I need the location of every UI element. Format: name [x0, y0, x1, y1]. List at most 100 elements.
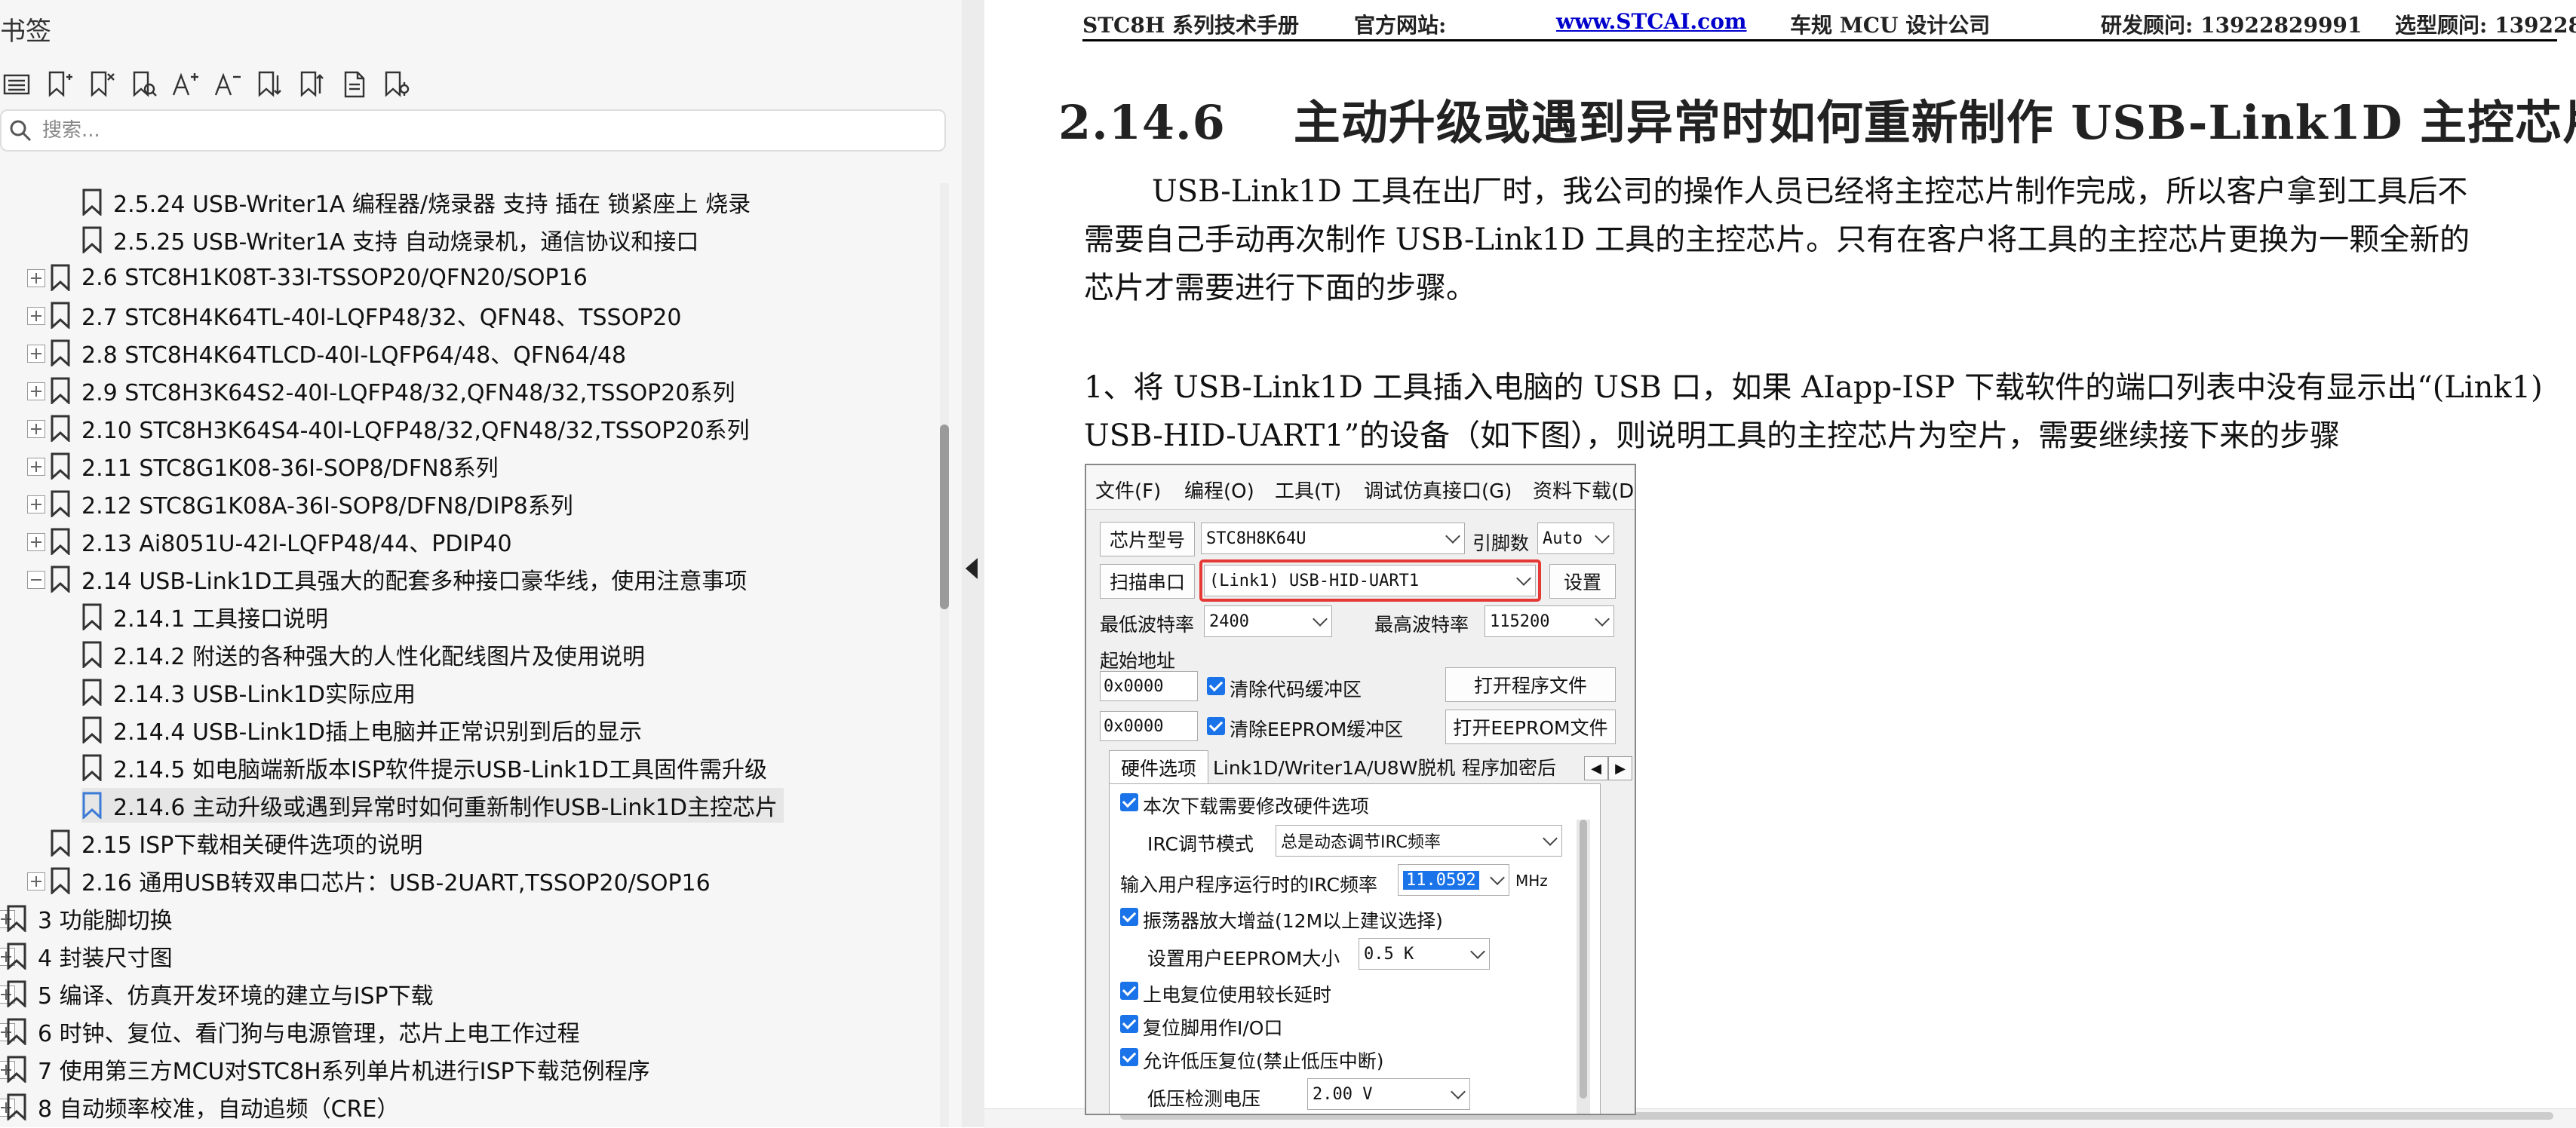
sidebar-item-content[interactable]: 2.14.6 主动升级或遇到异常时如何重新制作USB-Link1D主控芯片 [81, 788, 784, 823]
page-header: STC8H 系列技术手册 官方网站: www.STCAI.com 车规 MCU … [1082, 6, 2576, 41]
page-icon[interactable] [338, 68, 371, 101]
sidebar-item[interactable]: 2.16 通用USB转双串口芯片：USB-2UART,TSSOP20/SOP16 [0, 862, 935, 900]
sidebar-item[interactable]: 2.7 STC8H4K64TL-40I-LQFP48/32、QFN48、TSSO… [0, 296, 935, 334]
sidebar-item-content[interactable]: 2.8 STC8H4K64TLCD-40I-LQFP64/48、QFN64/48 [50, 336, 632, 370]
expand-icon[interactable] [27, 458, 45, 476]
sidebar-item-content[interactable]: 3 功能脚切换 [6, 901, 179, 936]
sidebar-item-content[interactable]: 8 自动频率校准，自动追频（CRE） [6, 1090, 405, 1124]
bookmark-icon [50, 415, 71, 443]
list-icon[interactable] [0, 68, 33, 101]
opt-reset-io-checkbox [1120, 1015, 1138, 1033]
opt-modify-hw-label: 本次下载需要修改硬件选项 [1143, 795, 1370, 817]
sidebar-item-content[interactable]: 2.14.2 附送的各种强大的人性化配线图片及使用说明 [81, 637, 651, 672]
sidebar-item[interactable]: 5 编译、仿真开发环境的建立与ISP下载 [0, 975, 935, 1013]
sidebar-item-content[interactable]: 7 使用第三方MCU对STC8H系列单片机进行ISP下载范例程序 [6, 1052, 656, 1087]
sidebar-item[interactable]: 2.5.25 USB-Writer1A 支持 自动烧录机，通信协议和接口 [0, 221, 935, 259]
lvd-value: 2.00 V [1313, 1084, 1373, 1104]
sidebar-item[interactable]: 2.14.6 主动升级或遇到异常时如何重新制作USB-Link1D主控芯片 [0, 786, 935, 824]
sidebar-item[interactable]: 2.6 STC8H1K08T-33I-TSSOP20/QFN20/SOP16 [0, 259, 935, 296]
expand-icon[interactable] [27, 269, 45, 287]
sidebar-scroll-thumb[interactable] [940, 425, 949, 609]
collapse-panel-icon[interactable] [966, 558, 978, 579]
sidebar-item-content[interactable]: 6 时钟、复位、看门狗与电源管理，芯片上电工作过程 [6, 1014, 586, 1049]
sidebar-item[interactable]: 2.14.5 如电脑端新版本ISP软件提示USB-Link1D工具固件需升级 [0, 749, 935, 786]
expand-icon[interactable] [27, 382, 45, 400]
sidebar-item-content[interactable]: 2.10 STC8H3K64S4-40I-LQFP48/32,QFN48/32,… [50, 411, 756, 446]
menu-file: 文件(F) [1095, 480, 1162, 503]
sidebar-item-content[interactable]: 5 编译、仿真开发环境的建立与ISP下载 [6, 976, 440, 1011]
highlight-box [1199, 559, 1541, 602]
start-addr-label: 起始地址 [1100, 650, 1176, 672]
clear-code-checkbox [1207, 677, 1225, 695]
expand-all-icon[interactable] [253, 68, 287, 101]
sidebar-item-content[interactable]: 2.5.24 USB-Writer1A 编程器/烧录器 支持 插在 锁紧座上 烧… [81, 185, 757, 219]
sidebar-item-content[interactable]: 2.11 STC8G1K08-36I-SOP8/DFN8系列 [50, 449, 505, 483]
search-input[interactable] [41, 118, 911, 143]
sidebar-item-content[interactable]: 2.5.25 USB-Writer1A 支持 自动烧录机，通信协议和接口 [81, 222, 705, 257]
sidebar-scrollbar[interactable] [940, 183, 949, 1127]
sidebar-item[interactable]: 2.14 USB-Link1D工具强大的配套多种接口豪华线，使用注意事项 [0, 560, 935, 598]
sidebar-item-content[interactable]: 4 封装尺寸图 [6, 939, 179, 973]
collapse-icon[interactable] [27, 571, 45, 589]
clear-eeprom-label: 清除EEPROM缓冲区 [1230, 719, 1404, 740]
sidebar-item[interactable]: 2.13 Ai8051U-42I-LQFP48/44、PDIP40 [0, 523, 935, 560]
bookmark-icon [50, 528, 71, 556]
expand-icon[interactable] [27, 345, 45, 363]
sidebar-item[interactable]: 6 时钟、复位、看门狗与电源管理，芯片上电工作过程 [0, 1013, 935, 1050]
sidebar-item-content[interactable]: 2.13 Ai8051U-42I-LQFP48/44、PDIP40 [50, 524, 518, 559]
sidebar-item[interactable]: 4 封装尺寸图 [0, 937, 935, 975]
sidebar-item[interactable]: 2.14.4 USB-Link1D插上电脑并正常识别到后的显示 [0, 711, 935, 749]
sidebar-item-content[interactable]: 2.9 STC8H3K64S2-40I-LQFP48/32,QFN48/32,T… [50, 373, 741, 408]
sidebar-item[interactable]: 2.12 STC8G1K08A-36I-SOP8/DFN8/DIP8系列 [0, 485, 935, 523]
sidebar-item-content[interactable]: 2.14 USB-Link1D工具强大的配套多种接口豪华线，使用注意事项 [50, 562, 753, 596]
sidebar-item-content[interactable]: 2.14.5 如电脑端新版本ISP软件提示USB-Link1D工具固件需升级 [81, 750, 773, 785]
header-company: 车规 MCU 设计公司 [1790, 13, 1991, 38]
sidebar-item-label: 2.14.4 USB-Link1D插上电脑并正常识别到后的显示 [113, 719, 642, 746]
clear-code-label: 清除代码缓冲区 [1230, 679, 1362, 700]
bookmark-icon [6, 905, 27, 933]
sidebar-item[interactable]: 3 功能脚切换 [0, 900, 935, 937]
bookmark-remove-icon[interactable] [84, 68, 118, 101]
header-website-link[interactable]: www.STCAI.com [1556, 9, 1747, 34]
sidebar-item-content[interactable]: 2.16 通用USB转双串口芯片：USB-2UART,TSSOP20/SOP16 [50, 863, 717, 898]
sidebar-item[interactable]: 2.14.3 USB-Link1D实际应用 [0, 673, 935, 711]
sidebar-item[interactable]: 2.5.24 USB-Writer1A 编程器/烧录器 支持 插在 锁紧座上 烧… [0, 183, 935, 221]
bookmark-search-icon[interactable] [127, 68, 160, 101]
irc-mode-select: 总是动态调节IRC频率 [1276, 825, 1562, 857]
expand-icon[interactable] [27, 420, 45, 438]
sidebar-item-content[interactable]: 2.14.4 USB-Link1D插上电脑并正常识别到后的显示 [81, 713, 648, 747]
sidebar-item[interactable]: 8 自动频率校准，自动追频（CRE） [0, 1088, 935, 1126]
collapse-all-icon[interactable] [296, 68, 329, 101]
bookmark-icon [50, 867, 71, 896]
sidebar-item[interactable]: 7 使用第三方MCU对STC8H系列单片机进行ISP下载范例程序 [0, 1050, 935, 1088]
sidebar-item-content[interactable]: 2.15 ISP下载相关硬件选项的说明 [50, 826, 428, 860]
bookmark-icon [81, 641, 103, 670]
sidebar-item-content[interactable]: 2.6 STC8H1K08T-33I-TSSOP20/QFN20/SOP16 [50, 260, 594, 295]
sidebar-item[interactable]: 2.8 STC8H4K64TLCD-40I-LQFP64/48、QFN64/48 [0, 334, 935, 372]
bookmark-settings-icon[interactable] [380, 68, 413, 101]
sidebar-item[interactable]: 2.15 ISP下载相关硬件选项的说明 [0, 824, 935, 862]
sidebar-item-content[interactable]: 2.14.3 USB-Link1D实际应用 [81, 675, 422, 710]
expand-icon[interactable] [27, 495, 45, 513]
irc-freq-unit: MHz [1515, 872, 1548, 890]
bookmark-add-icon[interactable] [42, 68, 75, 101]
sidebar-item-content[interactable]: 2.14.1 工具接口说明 [81, 599, 334, 634]
expand-icon[interactable] [27, 872, 45, 890]
expand-icon[interactable] [27, 307, 45, 325]
sidebar-item[interactable]: 2.9 STC8H3K64S2-40I-LQFP48/32,QFN48/32,T… [0, 372, 935, 409]
sidebar-item-label: 2.14 USB-Link1D工具强大的配套多种接口豪华线，使用注意事项 [81, 569, 748, 595]
sidebar-item-content[interactable]: 2.7 STC8H4K64TL-40I-LQFP48/32、QFN48、TSSO… [50, 298, 687, 333]
font-increase-icon[interactable] [169, 68, 202, 101]
sidebar-item[interactable]: 2.14.2 附送的各种强大的人性化配线图片及使用说明 [0, 636, 935, 673]
sidebar-item[interactable]: 2.10 STC8H3K64S4-40I-LQFP48/32,QFN48/32,… [0, 409, 935, 447]
sidebar-item[interactable]: 2.11 STC8G1K08-36I-SOP8/DFN8系列 [0, 447, 935, 485]
sidebar-item-content[interactable]: 2.12 STC8G1K08A-36I-SOP8/DFN8/DIP8系列 [50, 486, 579, 521]
font-decrease-icon[interactable] [211, 68, 244, 101]
bookmark-icon [81, 226, 103, 255]
heading-text: 主动升级或遇到异常时如何重新制作 USB-Link1D 主控芯片 [1293, 95, 2576, 150]
expand-icon[interactable] [27, 533, 45, 551]
bookmarks-panel: 书签 2.5.24 USB-Writer1A 编程器/烧录器 支持 插在 锁紧座… [0, 0, 962, 1127]
sidebar-item-label: 7 使用第三方MCU对STC8H系列单片机进行ISP下载范例程序 [38, 1059, 650, 1085]
sidebar-item[interactable]: 2.14.1 工具接口说明 [0, 598, 935, 636]
panel-splitter[interactable] [962, 0, 984, 1127]
